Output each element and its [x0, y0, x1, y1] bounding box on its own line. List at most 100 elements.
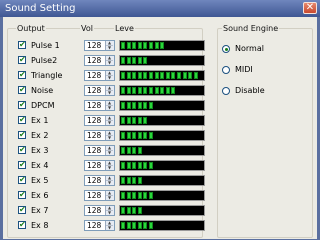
dialog-client-area: Output Vol Leve ✔ Pulse 1 128 ▲ ▼ ✔ Pulse2 128 ▲… — [3, 17, 317, 239]
level-segment — [132, 192, 137, 199]
radio-button[interactable] — [222, 66, 230, 74]
checkmark-icon: ✔ — [19, 205, 26, 214]
volume-value: 128 — [87, 191, 102, 200]
volume-value: 128 — [87, 221, 102, 230]
level-meter — [119, 55, 205, 66]
volume-spinner[interactable]: 128 ▲ ▼ — [84, 55, 115, 66]
close-button[interactable]: ✕ — [303, 2, 317, 14]
level-segment — [143, 222, 148, 229]
volume-value: 128 — [87, 41, 102, 50]
spinner-buttons: ▲ ▼ — [105, 56, 114, 65]
radio-button[interactable] — [222, 87, 230, 95]
volume-spinner[interactable]: 128 ▲ ▼ — [84, 220, 115, 231]
channel-enable-checkbox[interactable]: ✔ — [18, 161, 26, 169]
spin-down-button[interactable]: ▼ — [106, 105, 113, 110]
level-segment — [126, 147, 131, 154]
close-icon: ✕ — [305, 2, 315, 13]
volume-value: 128 — [87, 206, 102, 215]
volume-spinner[interactable]: 128 ▲ ▼ — [84, 115, 115, 126]
channel-enable-checkbox[interactable]: ✔ — [18, 221, 26, 229]
level-segment — [126, 192, 131, 199]
level-segment — [132, 222, 137, 229]
level-segment — [132, 162, 137, 169]
level-segment — [121, 222, 125, 229]
level-segment — [149, 87, 153, 94]
volume-spinner[interactable]: 128 ▲ ▼ — [84, 145, 115, 156]
level-segment — [171, 72, 176, 79]
level-meter — [119, 130, 205, 141]
checkmark-icon: ✔ — [19, 100, 26, 109]
volume-spinner[interactable]: 128 ▲ ▼ — [84, 175, 115, 186]
channel-enable-checkbox[interactable]: ✔ — [18, 191, 26, 199]
spin-down-button[interactable]: ▼ — [106, 135, 113, 140]
level-segment — [182, 72, 187, 79]
level-segment — [143, 42, 148, 49]
level-segment — [149, 72, 153, 79]
spin-down-button[interactable]: ▼ — [106, 120, 113, 125]
volume-spinner[interactable]: 128 ▲ ▼ — [84, 130, 115, 141]
volume-spinner[interactable]: 128 ▲ ▼ — [84, 190, 115, 201]
level-segment — [121, 147, 125, 154]
level-segment — [143, 72, 148, 79]
checkmark-icon: ✔ — [19, 130, 26, 139]
spin-down-button[interactable]: ▼ — [106, 60, 113, 65]
volume-spinner[interactable]: 128 ▲ ▼ — [84, 85, 115, 96]
volume-spinner[interactable]: 128 ▲ ▼ — [84, 205, 115, 216]
channel-name: Ex 5 — [31, 176, 49, 185]
channel-row: ✔ Ex 7 128 ▲ ▼ — [8, 204, 218, 217]
level-segment — [137, 207, 142, 214]
spin-down-button[interactable]: ▼ — [106, 45, 113, 50]
level-segment — [132, 117, 137, 124]
spin-down-button[interactable]: ▼ — [106, 90, 113, 95]
channel-row: ✔ Ex 6 128 ▲ ▼ — [8, 189, 218, 202]
volume-spinner[interactable]: 128 ▲ ▼ — [84, 160, 115, 171]
channel-enable-checkbox[interactable]: ✔ — [18, 56, 26, 64]
channel-enable-checkbox[interactable]: ✔ — [18, 206, 26, 214]
volume-spinner[interactable]: 128 ▲ ▼ — [84, 70, 115, 81]
level-segment — [143, 162, 148, 169]
spin-down-button[interactable]: ▼ — [106, 210, 113, 215]
channel-enable-checkbox[interactable]: ✔ — [18, 176, 26, 184]
channel-enable-checkbox[interactable]: ✔ — [18, 116, 26, 124]
output-group: Output Vol Leve ✔ Pulse 1 128 ▲ ▼ ✔ Pulse2 128 ▲… — [7, 24, 205, 238]
channel-enable-checkbox[interactable]: ✔ — [18, 86, 26, 94]
channel-enable-checkbox[interactable]: ✔ — [18, 41, 26, 49]
spinner-buttons: ▲ ▼ — [105, 146, 114, 155]
channel-enable-checkbox[interactable]: ✔ — [18, 146, 26, 154]
spin-down-button[interactable]: ▼ — [106, 75, 113, 80]
spin-down-button[interactable]: ▼ — [106, 150, 113, 155]
spinner-buttons: ▲ ▼ — [105, 116, 114, 125]
spin-down-button[interactable]: ▼ — [106, 165, 113, 170]
level-segment — [132, 42, 137, 49]
radio-button[interactable] — [222, 45, 230, 53]
spinner-buttons: ▲ ▼ — [105, 161, 114, 170]
spin-down-button[interactable]: ▼ — [106, 180, 113, 185]
level-segment — [137, 87, 142, 94]
level-meter — [119, 100, 205, 111]
channel-enable-checkbox[interactable]: ✔ — [18, 71, 26, 79]
checkmark-icon: ✔ — [19, 115, 26, 124]
channel-enable-checkbox[interactable]: ✔ — [18, 131, 26, 139]
spin-down-button[interactable]: ▼ — [106, 225, 113, 230]
level-segment — [121, 177, 125, 184]
level-segment — [137, 162, 142, 169]
level-segment — [121, 162, 125, 169]
level-segment — [121, 192, 125, 199]
level-segment — [154, 87, 159, 94]
channel-row: ✔ Ex 3 128 ▲ ▼ — [8, 144, 218, 157]
checkmark-icon: ✔ — [19, 145, 26, 154]
channel-row: ✔ Triangle 128 ▲ ▼ — [8, 69, 218, 82]
level-segment — [121, 42, 125, 49]
channel-enable-checkbox[interactable]: ✔ — [18, 101, 26, 109]
spin-down-button[interactable]: ▼ — [106, 195, 113, 200]
checkmark-icon: ✔ — [19, 85, 26, 94]
volume-spinner[interactable]: 128 ▲ ▼ — [84, 40, 115, 51]
level-segment — [137, 102, 142, 109]
volume-spinner[interactable]: 128 ▲ ▼ — [84, 100, 115, 111]
channel-name: Pulse 1 — [31, 41, 60, 50]
level-segment — [126, 72, 131, 79]
title-bar[interactable]: Sound Setting ✕ — [0, 0, 320, 17]
spinner-buttons: ▲ ▼ — [105, 71, 114, 80]
level-segment — [126, 177, 131, 184]
level-segment — [121, 117, 125, 124]
